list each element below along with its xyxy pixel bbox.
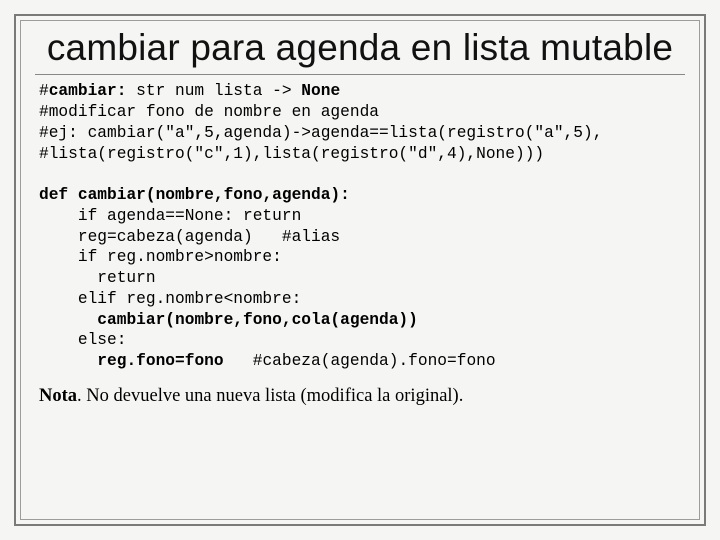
comment-example-1: #ej: cambiar("a",5,agenda)->agenda==list… xyxy=(39,124,602,142)
line-reg-alias: reg=cabeza(agenda) #alias xyxy=(39,228,340,246)
def-line: def cambiar(nombre,fono,agenda): xyxy=(39,186,350,204)
line-if-gt: if reg.nombre>nombre: xyxy=(39,248,282,266)
code-block: #cambiar: str num lista -> None #modific… xyxy=(39,81,681,371)
footnote: Nota. No devuelve una nueva lista (modif… xyxy=(39,386,681,407)
line-assign: reg.fono=fono #cabeza(agenda).fono=fono xyxy=(39,352,496,370)
line-recurse: cambiar(nombre,fono,cola(agenda)) xyxy=(39,311,418,329)
line-else: else: xyxy=(39,331,126,349)
divider xyxy=(35,74,685,75)
line-elif: elif reg.nombre<nombre: xyxy=(39,290,301,308)
comment-signature: #cambiar: str num lista -> None xyxy=(39,82,340,100)
frame-outer: cambiar para agenda en lista mutable #ca… xyxy=(14,14,706,526)
comment-example-2: #lista(registro("c",1),lista(registro("d… xyxy=(39,145,544,163)
comment-description: #modificar fono de nombre en agenda xyxy=(39,103,379,121)
line-return: return xyxy=(39,269,156,287)
line-if-none: if agenda==None: return xyxy=(39,207,301,225)
frame-inner: cambiar para agenda en lista mutable #ca… xyxy=(20,20,700,520)
slide-title: cambiar para agenda en lista mutable xyxy=(39,27,681,68)
slide: cambiar para agenda en lista mutable #ca… xyxy=(0,0,720,540)
